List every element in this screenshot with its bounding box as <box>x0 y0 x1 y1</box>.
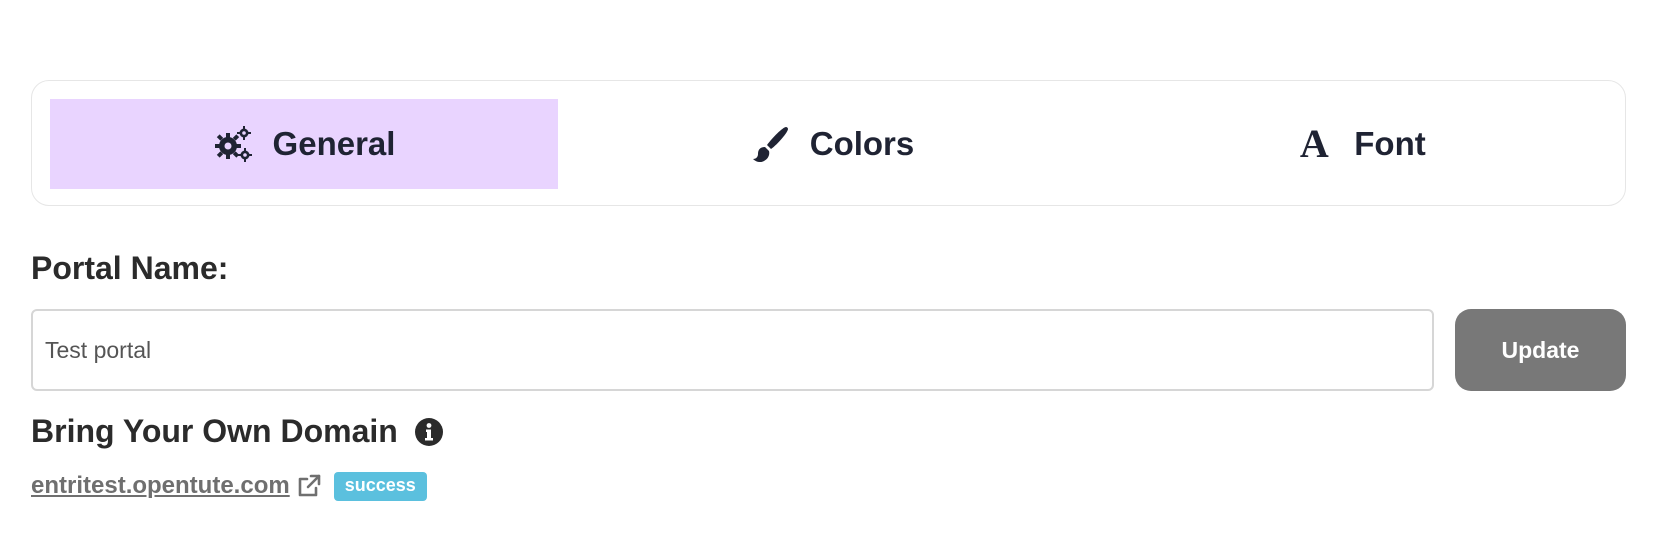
update-button[interactable]: Update <box>1455 309 1626 391</box>
domain-link[interactable]: entritest.opentute.com <box>31 472 322 500</box>
status-badge: success <box>333 472 427 501</box>
tab-colors[interactable]: Colors <box>578 99 1086 189</box>
info-circle-icon[interactable] <box>414 417 444 447</box>
byod-title: Bring Your Own Domain <box>31 413 398 449</box>
paintbrush-icon <box>750 124 790 164</box>
branding-settings-page: General Colors A Font Portal Name: Updat… <box>0 0 1660 547</box>
domain-row: entritest.opentute.com success <box>31 472 427 501</box>
portal-name-input[interactable] <box>31 309 1434 391</box>
tab-general-label: General <box>272 125 396 162</box>
tab-font[interactable]: A Font <box>1106 99 1614 189</box>
domain-link-text: entritest.opentute.com <box>31 472 290 500</box>
portal-name-label: Portal Name: <box>31 250 229 286</box>
tab-colors-label: Colors <box>809 125 915 162</box>
tab-font-label: Font <box>1354 125 1426 162</box>
font-icon: A <box>1299 121 1329 166</box>
external-link-icon <box>296 473 322 499</box>
byod-header: Bring Your Own Domain <box>31 413 444 450</box>
settings-tab-bar: General Colors A Font <box>31 80 1626 206</box>
gears-icon <box>213 124 253 164</box>
tab-general[interactable]: General <box>50 99 558 189</box>
